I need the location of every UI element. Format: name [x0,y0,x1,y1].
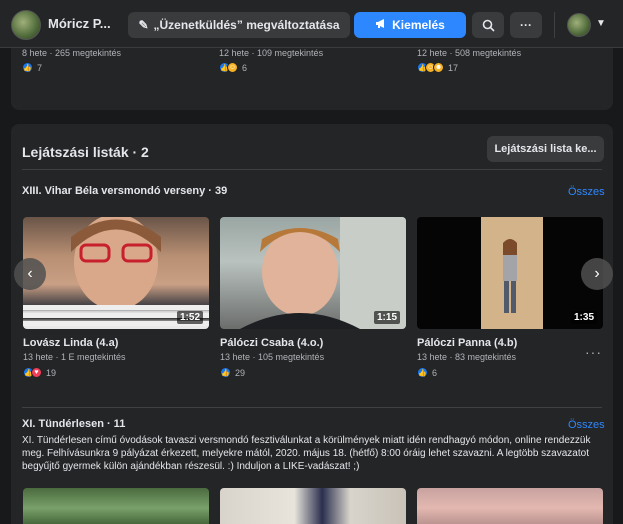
video-thumbnail[interactable] [23,488,209,524]
reaction-count[interactable]: 7 [37,63,42,73]
playlists-title: Lejátszási listák · 2 [22,144,149,160]
video-meta: 13 hete · 105 megtekintés [220,352,325,362]
edit-message-label: „Üzenetküldés” megváltoztatása [153,18,340,32]
edit-message-button[interactable]: ✎ „Üzenetküldés” megváltoztatása [128,12,350,38]
chevron-down-icon[interactable]: ▼ [596,18,606,29]
divider [22,407,602,408]
reactions[interactable]: 👍 29 [220,367,245,378]
search-icon [482,19,495,32]
video-title[interactable]: Pálóczi Csaba (4.o.) [220,337,323,349]
reaction-count[interactable]: 6 [242,63,247,73]
divider [22,169,602,170]
playlist-description: XI. Tündérlesen című óvodások tavaszi ve… [22,435,591,472]
video-meta: 8 hete · 265 megtekintés [22,48,122,58]
video-title[interactable]: Lovász Linda (4.a) [23,337,118,349]
search-button[interactable] [472,12,504,38]
like-reaction-icon: 👍 [22,62,33,73]
like-reaction-icon: 👍 [417,367,428,378]
playlist-title[interactable]: XI. Tündérlesen · 11 [22,418,125,430]
reactions[interactable]: 👍 6 [417,367,437,378]
video-thumbnail[interactable]: 1:15 [220,217,406,329]
megaphone-icon [375,18,387,32]
love-reaction-icon: ♥ [31,367,42,378]
feature-button[interactable]: Kiemelés [354,12,466,38]
next-arrow-icon[interactable]: › [581,258,613,290]
haha-reaction-icon: ☻ [433,62,444,73]
create-playlist-button[interactable]: Lejátszási lista ke... [487,136,604,162]
more-button[interactable]: ··· [510,12,542,38]
playlists-card: Lejátszási listák · 2 Lejátszási lista k… [11,124,613,524]
video-meta: 12 hete · 508 megtekintés [417,48,522,58]
user-avatar[interactable] [567,13,591,37]
top-bar: Móricz P... ✎ „Üzenetküldés” megváltozta… [0,0,623,48]
video-duration: 1:52 [176,311,203,324]
care-reaction-icon: ☺ [227,62,238,73]
video-meta: 13 hete · 1 E megtekintés [23,352,126,362]
video-item[interactable]: 12 hete · 508 megtekintés 👍 ☺ ☻ 17 [417,48,607,73]
page-avatar[interactable] [11,10,41,40]
video-thumbnail[interactable] [220,488,406,524]
feature-label: Kiemelés [392,18,445,32]
video-meta: 12 hete · 109 megtekintés [219,48,324,58]
video-thumbnail[interactable]: 1:52 [23,217,209,329]
more-options-icon[interactable]: ··· [585,344,602,360]
reaction-count: 29 [235,367,246,378]
video-thumbnail[interactable]: 1:35 [417,217,603,329]
video-item[interactable]: 12 hete · 109 megtekintés 👍 ☺ 6 [219,48,409,73]
page-name[interactable]: Móricz P... [48,16,111,31]
video-thumbnail[interactable] [417,488,603,524]
see-all-link[interactable]: Összes [568,419,605,431]
reaction-count: 6 [432,367,438,378]
reaction-count[interactable]: 17 [448,63,458,73]
playlist-title[interactable]: XIII. Vihar Béla versmondó verseny · 39 [22,185,227,197]
see-all-link[interactable]: Összes [568,186,605,198]
video-item[interactable]: 8 hete · 265 megtekintés 👍 7 [22,48,212,73]
video-title[interactable]: Pálóczi Panna (4.b) [417,337,517,349]
divider [554,12,555,38]
pencil-icon: ✎ [138,18,149,32]
reactions[interactable]: 👍 ♥ 19 [23,367,56,378]
video-duration: 1:35 [570,311,597,324]
previous-arrow-icon[interactable]: ‹ [14,258,46,290]
like-reaction-icon: 👍 [220,367,231,378]
reaction-count: 19 [46,367,57,378]
video-meta: 13 hete · 83 megtekintés [417,352,517,362]
video-duration: 1:15 [373,311,400,324]
